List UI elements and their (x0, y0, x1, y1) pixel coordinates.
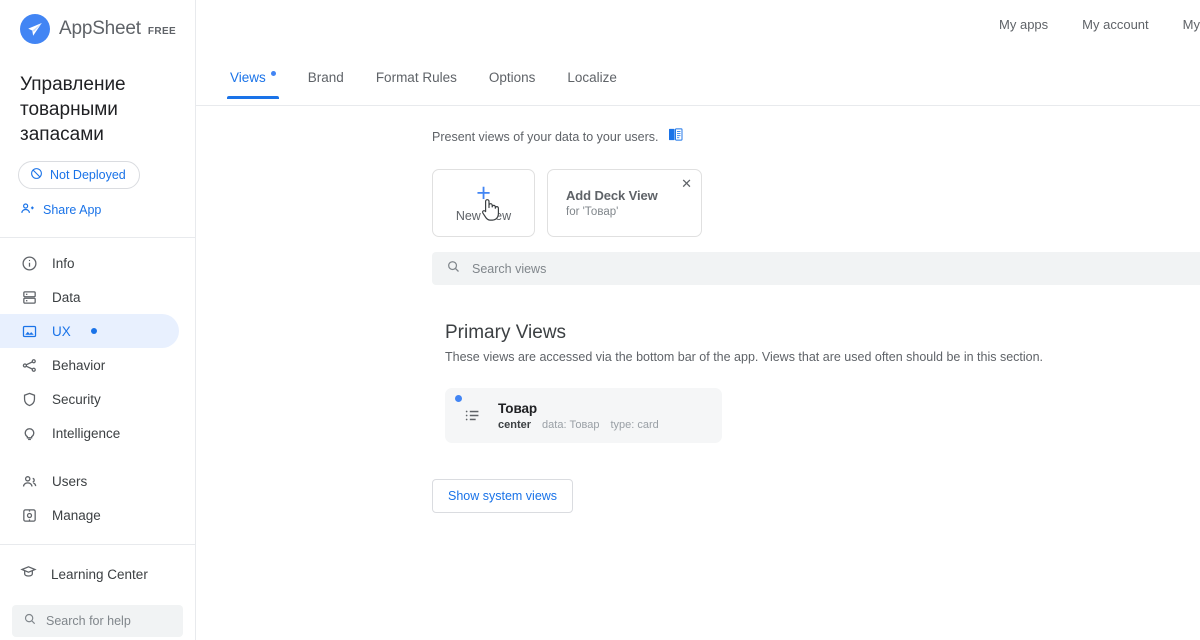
view-type: type: card (610, 418, 659, 431)
graduation-cap-icon (20, 563, 37, 585)
view-position: center (498, 418, 532, 431)
tab-format-rules[interactable]: Format Rules (360, 68, 473, 99)
sidebar-item-label: Manage (52, 507, 101, 523)
view-card-text: Товар center data: Товар type: card (498, 401, 659, 431)
help-search-input[interactable]: Search for help (12, 605, 183, 637)
new-view-card[interactable]: + New View (432, 169, 535, 237)
info-icon (20, 254, 38, 272)
block-icon (30, 167, 43, 183)
sidebar-item-intelligence[interactable]: Intelligence (0, 416, 179, 450)
search-views-input[interactable]: Search views (432, 252, 1200, 285)
users-icon (20, 472, 38, 490)
view-data-source: data: Товар (542, 418, 600, 431)
image-icon (20, 322, 38, 340)
sidebar-item-label: UX (52, 323, 71, 339)
sidebar-item-ux[interactable]: UX (0, 314, 179, 348)
search-icon (23, 612, 37, 631)
share-app-label: Share App (43, 203, 102, 217)
brand-name: AppSheet (59, 18, 141, 39)
ux-tabs: Views Brand Format Rules Options Localiz… (196, 68, 1200, 106)
book-icon[interactable] (668, 128, 683, 146)
search-views-placeholder: Search views (472, 261, 547, 276)
view-meta: center data: Товар type: card (498, 419, 659, 431)
tab-views[interactable]: Views (214, 68, 292, 99)
nav-link-my-apps[interactable]: My apps (999, 17, 1048, 32)
views-subtitle: Present views of your data to your users… (432, 130, 659, 144)
sidebar-item-security[interactable]: Security (0, 382, 179, 416)
person-add-icon (20, 201, 35, 219)
tab-localize[interactable]: Localize (551, 68, 633, 99)
view-name: Товар (498, 400, 538, 416)
sidebar-item-users[interactable]: Users (0, 464, 179, 498)
deploy-status-badge[interactable]: Not Deployed (18, 161, 140, 189)
view-change-dot (455, 395, 462, 402)
sidebar-item-label: Behavior (52, 357, 106, 373)
nav-link-my-account[interactable]: My account (1082, 17, 1148, 32)
close-icon[interactable]: ✕ (681, 177, 692, 190)
sidebar-nav: Info Data UX Behavior Security Intellige… (0, 238, 195, 637)
share-app-button[interactable]: Share App (20, 201, 101, 219)
plus-icon: + (476, 178, 491, 207)
tab-change-dot (270, 71, 276, 76)
sidebar-item-manage[interactable]: Manage (0, 498, 179, 532)
brand-plan-badge: FREE (147, 25, 177, 37)
tab-label: Localize (567, 70, 617, 85)
sidebar-item-label: Security (52, 391, 101, 407)
views-subtitle-row: Present views of your data to your users… (432, 128, 683, 146)
sidebar-item-label: Intelligence (52, 425, 121, 441)
sidebar-item-behavior[interactable]: Behavior (0, 348, 179, 382)
search-icon (446, 259, 461, 279)
section-title-primary-views: Primary Views (445, 322, 567, 343)
tab-label: Brand (307, 70, 344, 85)
sidebar-item-learning-center[interactable]: Learning Center (0, 557, 195, 591)
tab-options[interactable]: Options (473, 68, 552, 99)
sidebar-divider-2 (0, 544, 195, 545)
top-navigation: My apps My account My (999, 0, 1200, 48)
brand-row[interactable]: AppSheet FREE (0, 0, 195, 48)
view-list-item[interactable]: Товар center data: Товар type: card (445, 388, 722, 443)
help-search-placeholder: Search for help (46, 614, 131, 628)
sidebar-item-label: Info (52, 255, 75, 271)
share-nodes-icon (20, 356, 38, 374)
main-content: My apps My account My Views Brand Format… (196, 0, 1200, 640)
tab-label: Options (488, 70, 536, 85)
appsheet-paperplane-logo-icon (20, 14, 50, 44)
database-icon (20, 288, 38, 306)
tab-label: Views (230, 70, 266, 85)
tab-brand[interactable]: Brand (292, 68, 360, 99)
sidebar-item-data[interactable]: Data (0, 280, 179, 314)
sidebar-item-label: Users (52, 473, 88, 489)
shield-icon (20, 390, 38, 408)
sidebar-item-info[interactable]: Info (0, 246, 179, 280)
deploy-box-icon (20, 506, 38, 524)
new-view-label: New View (455, 208, 512, 223)
tab-label: Format Rules (375, 70, 457, 85)
show-system-views-button[interactable]: Show system views (432, 479, 574, 513)
view-action-cards: + New View ✕ Add Deck View for 'Товар' (432, 169, 702, 237)
app-title: Управление товарными запасами (20, 74, 126, 145)
nav-link-my-truncated[interactable]: My (1183, 17, 1200, 32)
sidebar-item-change-dot (90, 328, 97, 334)
sidebar-item-label: Data (52, 289, 81, 305)
deploy-status-label: Not Deployed (50, 168, 126, 182)
add-deck-view-card[interactable]: ✕ Add Deck View for 'Товар' (547, 169, 702, 237)
appsheet-editor-window: AppSheet FREE Управление товарными запас… (0, 0, 1200, 640)
sidebar-item-label: Learning Center (51, 566, 148, 582)
sidebar: AppSheet FREE Управление товарными запас… (0, 0, 196, 640)
deck-list-icon (463, 406, 483, 425)
section-description: These views are accessed via the bottom … (445, 350, 1044, 364)
lightbulb-icon (20, 424, 38, 442)
add-deck-view-subtitle: for 'Товар' (566, 206, 619, 218)
